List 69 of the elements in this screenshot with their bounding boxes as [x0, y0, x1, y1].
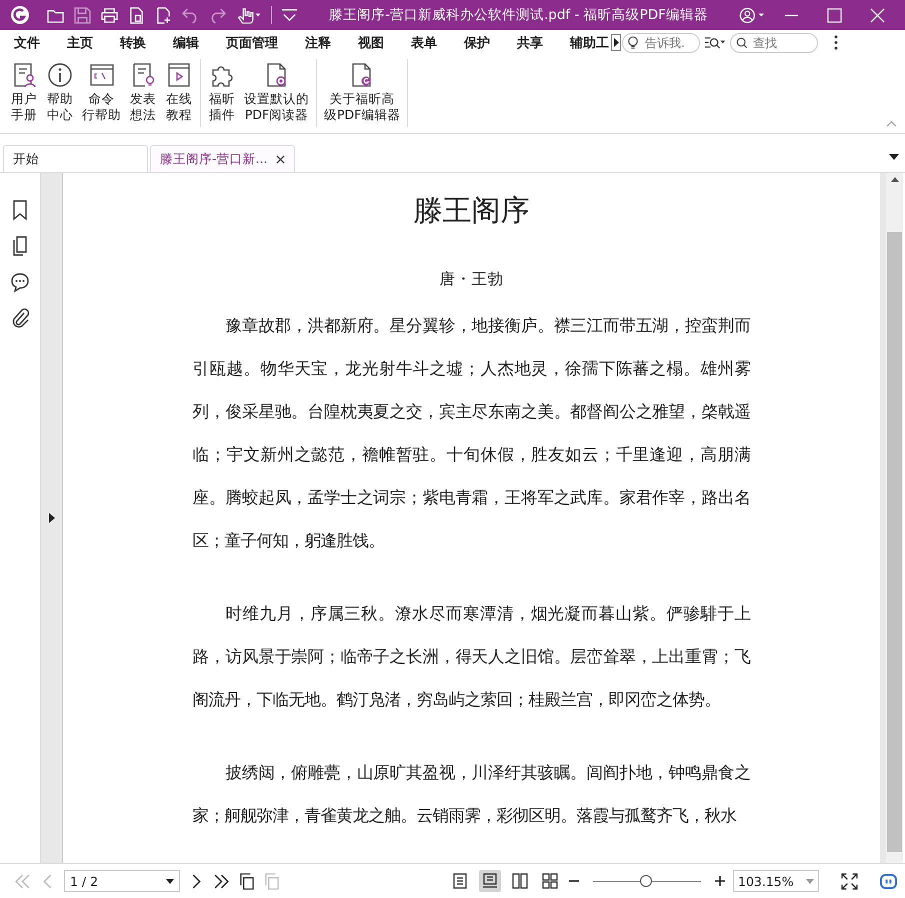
ribbon-button[interactable]: 用户 手册: [6, 61, 42, 123]
document-icon[interactable]: [128, 6, 145, 24]
ribbon-button[interactable]: 发表 想法: [125, 61, 161, 123]
ribbon-button[interactable]: 在线 教程: [161, 61, 197, 123]
search-icon: [736, 36, 748, 48]
menu-tab[interactable]: 注释: [305, 34, 331, 52]
find-options-icon[interactable]: [704, 35, 726, 50]
maximize-icon[interactable]: [827, 8, 842, 22]
comment-icon[interactable]: [10, 271, 30, 293]
zoom-field[interactable]: 103.15%: [733, 870, 819, 892]
app-logo-icon: [10, 5, 30, 25]
document-tab[interactable]: 滕王阁序-营口新...: [150, 145, 295, 172]
single-page-icon: [452, 873, 468, 889]
paperclip-icon[interactable]: [10, 307, 30, 329]
redo-icon[interactable]: [209, 6, 226, 24]
page-number-field[interactable]: 1 / 2: [64, 870, 180, 892]
window-title: 滕王阁序-营口新威科办公软件测试.pdf - 福昕高级PDF编辑器: [328, 6, 709, 24]
menu-tab[interactable]: 辅助工: [570, 34, 609, 52]
menu-tab[interactable]: 文件: [14, 34, 40, 52]
view-mode-button[interactable]: [479, 870, 501, 892]
scroll-up-icon[interactable]: [890, 177, 898, 182]
close-icon[interactable]: [870, 8, 885, 22]
menu-tab[interactable]: 转换: [120, 34, 146, 52]
customize-icon[interactable]: [281, 6, 298, 24]
fullscreen-icon[interactable]: [841, 872, 858, 890]
search-field[interactable]: 查找: [730, 32, 818, 52]
paragraph: 披绣闼，俯雕甍，山原旷其盈视，川泽纡其骇瞩。闾阎扑地，钟鸣鼎食之家；舸舰弥津，青雀黄龙之舳。云销雨霁，彩彻区明。落霞与孤鹜齐飞，秋水: [192, 762, 750, 827]
new-document-icon[interactable]: [155, 6, 172, 24]
ribbon-button[interactable]: 关于福昕高 级PDF编辑器: [320, 61, 404, 123]
grid-pages-icon: [542, 873, 558, 889]
menu-tab[interactable]: 主页: [67, 34, 93, 52]
save-icon[interactable]: [74, 6, 91, 24]
hand-tool-icon[interactable]: [236, 6, 262, 24]
account-icon[interactable]: [739, 6, 765, 24]
menu-tab[interactable]: 表单: [411, 34, 437, 52]
document-tab[interactable]: 开始: [3, 145, 148, 172]
rotate-page-icon[interactable]: [238, 872, 255, 890]
continuous-page-icon: [482, 873, 498, 889]
menu-tab[interactable]: 共享: [517, 34, 543, 52]
menu-tab[interactable]: 保护: [464, 34, 490, 52]
tell-me-field[interactable]: 告诉我.: [622, 32, 700, 52]
undo-icon[interactable]: [182, 6, 199, 24]
paragraph: 豫章故郡，洪都新府。星分翼轸，地接衡庐。襟三江而带五湖，控蛮荆而引瓯越。物华天宝，龙光射牛斗之墟；人杰地灵，徐孺下陈蕃之榻。雄州雾列，俊采星驰。台隍枕夷夏之交，宾主尽东南之美。都督阎公之雅望，棨戟遥临；宇文新州之懿范，襜帷暂驻。十旬休假，胜友如云；千里逢迎，高朋满座。腾蛟起凤，孟学士之词宗；紫电青霜，王将军之武库。家君作宰，路出名区；童子何知，躬逢胜饯。: [192, 315, 750, 552]
ribbon-button[interactable]: 福昕 插件: [204, 61, 240, 123]
ribbon-button[interactable]: 帮助 中心: [42, 61, 78, 123]
zoom-in-icon[interactable]: [715, 876, 725, 886]
tab-list-icon[interactable]: [889, 154, 899, 160]
scroll-right-icon[interactable]: [611, 34, 621, 51]
ribbon-button[interactable]: 设置默认的 PDF阅读器: [240, 61, 313, 123]
document-title: 滕王阁序: [414, 192, 530, 229]
last-page-icon[interactable]: [213, 872, 230, 890]
more-icon[interactable]: [834, 35, 838, 50]
close-tab-icon[interactable]: [276, 154, 285, 164]
zoom-slider-thumb[interactable]: [640, 875, 652, 887]
assistant-icon[interactable]: [880, 872, 897, 890]
caret-down-icon[interactable]: [166, 878, 174, 884]
menu-tab[interactable]: 编辑: [173, 34, 199, 52]
printer-icon[interactable]: [101, 6, 118, 24]
vertical-scrollbar[interactable]: [886, 173, 903, 863]
scrollbar-thumb[interactable]: [887, 232, 902, 852]
info-icon: [46, 61, 74, 89]
menu-tab[interactable]: 页面管理: [226, 34, 278, 52]
ribbon-button[interactable]: 命令 行帮助: [78, 61, 125, 123]
menu-tab[interactable]: 视图: [358, 34, 384, 52]
document-author: 唐・王勃: [440, 269, 504, 290]
paragraph: 时维九月，序属三秋。潦水尽而寒潭清，烟光凝而暮山紫。俨骖騑于上路，访风景于崇阿；临帝子之长洲，得天人之旧馆。层峦耸翠，上出重霄；飞阁流丹，下临无地。鹤汀凫渚，穷岛屿之萦回；桂殿兰宫，即冈峦之体势。: [192, 603, 750, 711]
lightbulb-icon: [627, 36, 639, 50]
two-page-icon: [512, 873, 528, 889]
expand-panel-icon[interactable]: [48, 513, 54, 523]
